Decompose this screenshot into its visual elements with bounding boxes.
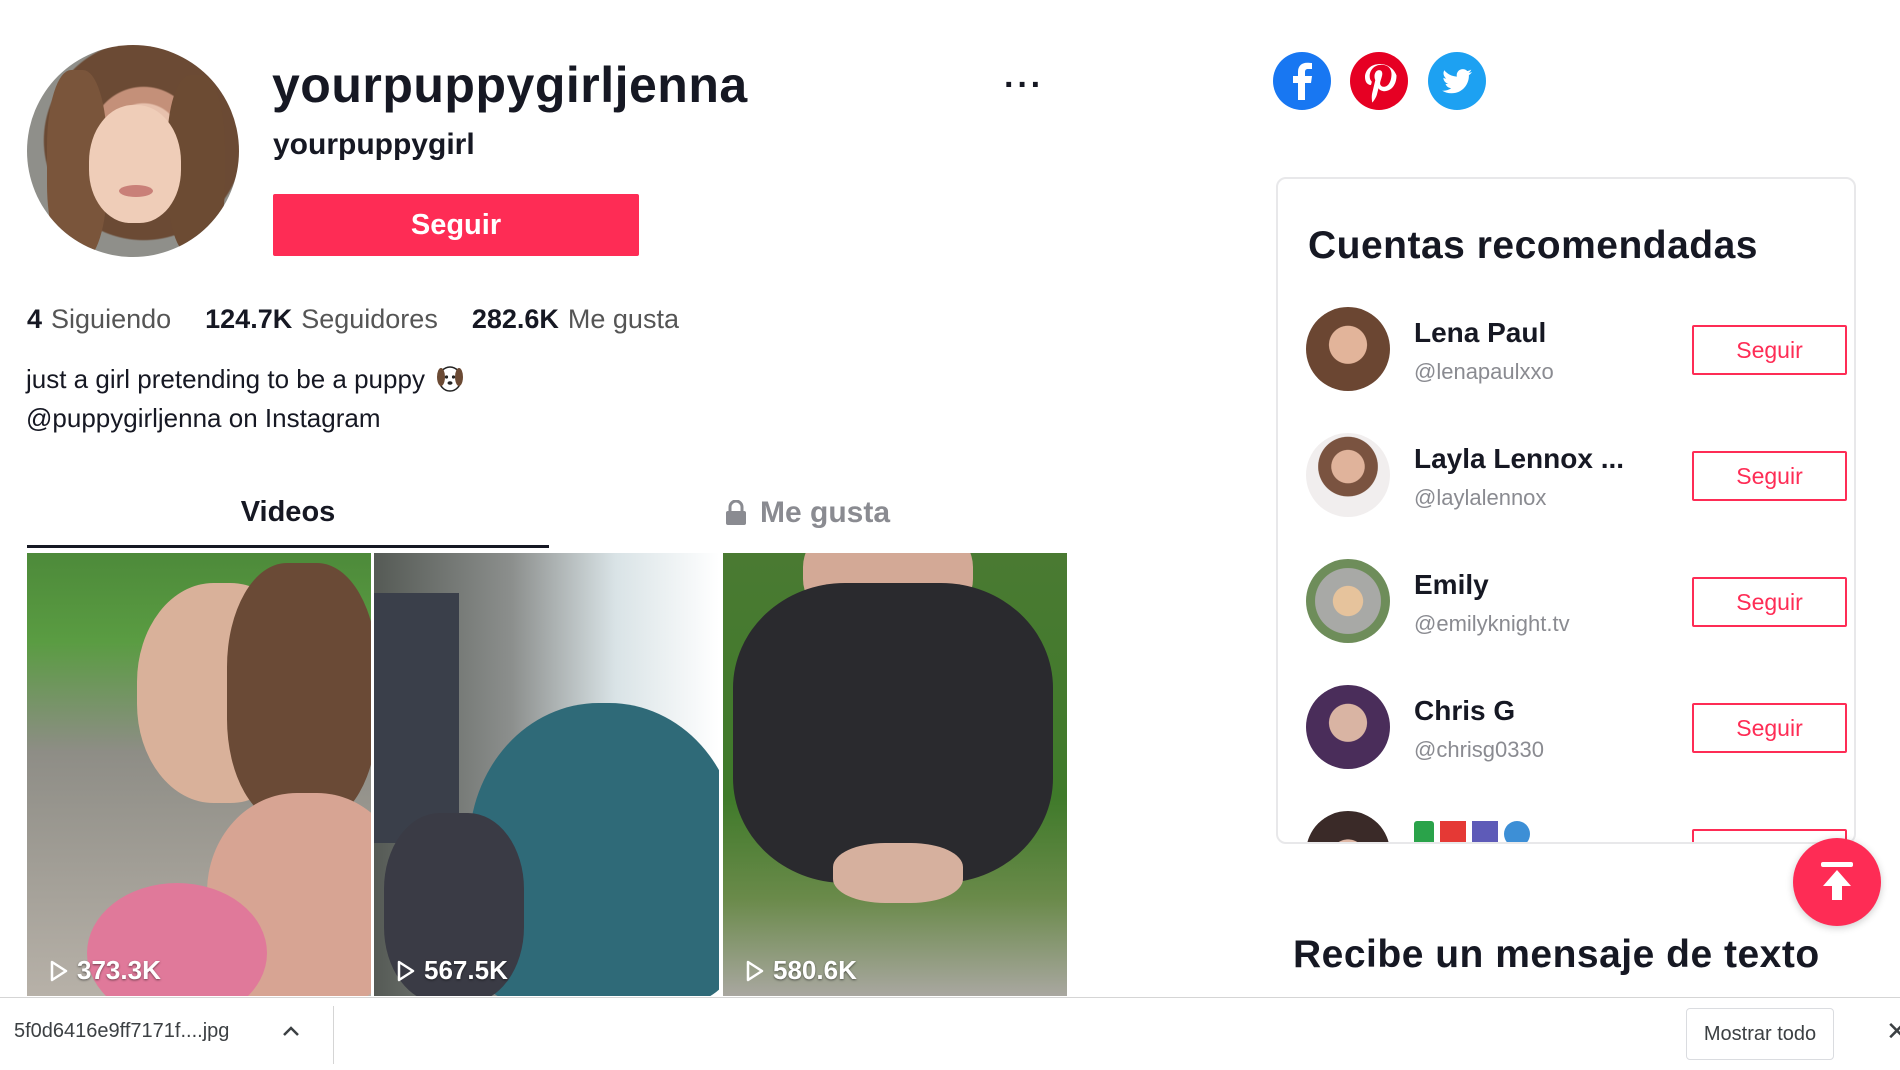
profile-nickname: yourpuppygirl xyxy=(273,128,475,161)
follow-account-button[interactable]: Seguir xyxy=(1692,703,1847,753)
recommended-title: Cuentas recomendadas xyxy=(1308,224,1758,267)
video-thumbnail[interactable]: 567.5K xyxy=(374,553,719,996)
video-view-count: 580.6K xyxy=(745,955,857,986)
profile-avatar xyxy=(27,45,239,257)
follow-account-button[interactable]: Seguir xyxy=(1692,325,1847,375)
twitter-icon[interactable] xyxy=(1428,52,1486,110)
play-icon xyxy=(397,960,415,981)
avatar xyxy=(1306,559,1390,643)
profile-stats: 4 Siguiendo 124.7K Seguidores 282.6K Me gus… xyxy=(27,304,679,335)
download-file-name[interactable]: 5f0d6416e9ff7171f....jpg xyxy=(14,1020,229,1043)
recommended-account[interactable] xyxy=(1306,811,1847,842)
account-name: Emily xyxy=(1414,569,1489,600)
avatar xyxy=(1306,307,1390,391)
tab-videos[interactable]: Videos xyxy=(27,490,549,548)
close-icon[interactable]: ✕ xyxy=(1886,1016,1900,1047)
follow-account-button[interactable]: Seguir xyxy=(1692,451,1847,501)
back-to-top-button[interactable] xyxy=(1793,838,1881,926)
account-name: Lena Paul xyxy=(1414,317,1547,348)
account-handle: @lenapaulxxo xyxy=(1414,359,1554,384)
more-options-button[interactable]: ··· xyxy=(1004,66,1044,105)
recommended-account[interactable]: Layla Lennox ... @laylalennox Seguir xyxy=(1306,433,1847,523)
follow-button[interactable]: Seguir xyxy=(273,194,639,256)
recommended-account[interactable]: Emily @emilyknight.tv Seguir xyxy=(1306,559,1847,649)
bio-line-2: @puppygirljenna on Instagram xyxy=(26,403,381,433)
tab-likes[interactable]: Me gusta xyxy=(724,490,890,554)
recommended-account[interactable]: Chris G @chrisg0330 Seguir xyxy=(1306,685,1847,775)
sms-heading: Recibe un mensaje de texto xyxy=(1293,933,1820,976)
recommended-account[interactable]: Lena Paul @lenapaulxxo Seguir xyxy=(1306,307,1847,397)
recommended-accounts-panel: Cuentas recomendadas Lena Paul @lenapaul… xyxy=(1276,177,1856,844)
arrow-up-icon xyxy=(1821,862,1853,900)
avatar xyxy=(1306,811,1390,842)
account-handle: @laylalennox xyxy=(1414,485,1547,510)
account-handle: @chrisg0330 xyxy=(1414,737,1544,762)
stat-likes: 282.6K Me gusta xyxy=(471,304,679,334)
stat-following: 4 Siguiendo xyxy=(27,304,172,334)
lock-icon xyxy=(726,500,746,525)
video-thumbnail[interactable]: 373.3K xyxy=(27,553,371,996)
pinterest-icon[interactable] xyxy=(1350,52,1408,110)
account-name-emoji xyxy=(1414,821,1530,842)
avatar xyxy=(1306,433,1390,517)
account-name: Layla Lennox ... xyxy=(1414,443,1625,474)
chevron-up-icon[interactable] xyxy=(280,1020,302,1042)
account-name: Chris G xyxy=(1414,695,1516,726)
account-handle: @emilyknight.tv xyxy=(1414,611,1570,636)
bio-line-1: just a girl pretending to be a puppy xyxy=(26,364,425,394)
video-thumbnail[interactable]: 580.6K xyxy=(723,553,1067,996)
play-icon xyxy=(50,960,68,981)
profile-bio: just a girl pretending to be a puppy @pu… xyxy=(26,360,465,438)
profile-username: yourpuppygirljenna xyxy=(272,57,748,113)
stat-followers: 124.7K Seguidores xyxy=(205,304,438,334)
video-view-count: 567.5K xyxy=(396,955,508,986)
facebook-icon[interactable] xyxy=(1273,52,1331,110)
follow-account-button[interactable]: Seguir xyxy=(1692,577,1847,627)
avatar xyxy=(1306,685,1390,769)
dog-emoji-icon xyxy=(436,366,463,392)
download-bar: 5f0d6416e9ff7171f....jpg Mostrar todo ✕ xyxy=(0,997,1900,1070)
play-icon xyxy=(746,960,764,981)
divider xyxy=(333,1006,334,1064)
show-all-downloads-button[interactable]: Mostrar todo xyxy=(1686,1008,1834,1060)
video-view-count: 373.3K xyxy=(49,955,161,986)
